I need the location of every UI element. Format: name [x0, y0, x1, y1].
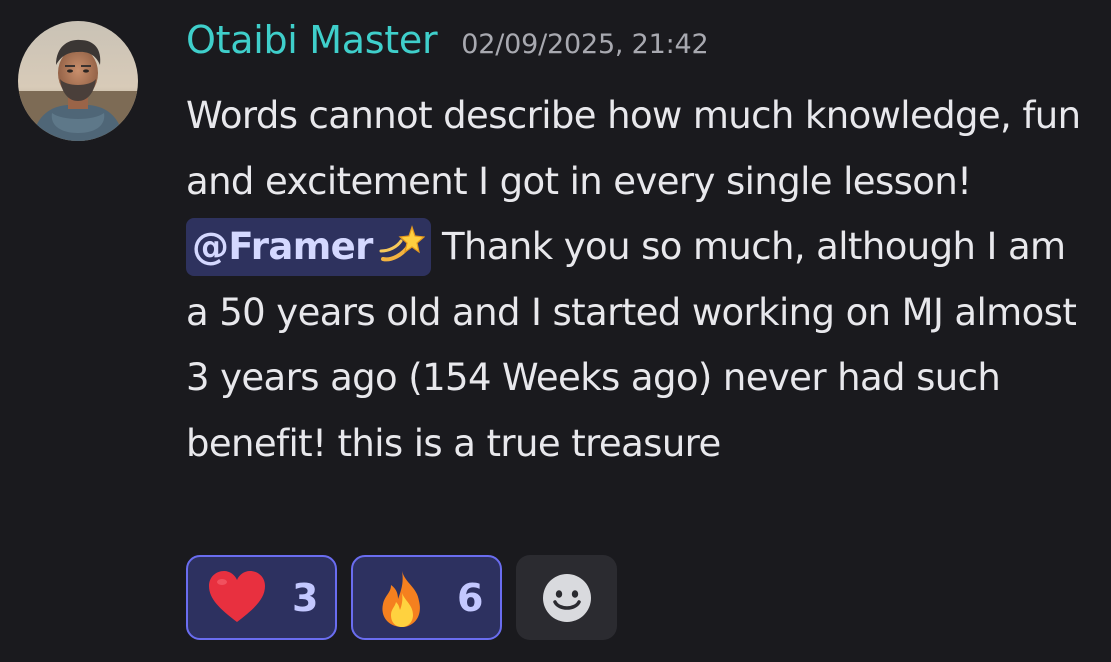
- message-content: Otaibi Master 02/09/2025, 21:42 Words ca…: [186, 18, 1086, 476]
- fire-icon: [382, 570, 420, 627]
- chat-message: Otaibi Master 02/09/2025, 21:42 Words ca…: [0, 0, 1111, 662]
- message-body: Words cannot describe how much knowledge…: [186, 83, 1086, 476]
- smiley-face-icon: [542, 573, 591, 622]
- dizzy-star-icon: [379, 225, 425, 262]
- reaction-count: 3: [292, 575, 319, 620]
- reactions-bar: 3 6: [186, 555, 617, 640]
- message-text-part1: Words cannot describe how much knowledge…: [186, 94, 1081, 203]
- avatar-image: [18, 21, 138, 141]
- reaction-fire[interactable]: 6: [351, 555, 502, 640]
- username[interactable]: Otaibi Master: [186, 18, 438, 62]
- add-reaction-button[interactable]: [516, 555, 617, 640]
- red-heart-icon: [209, 570, 265, 622]
- message-header: Otaibi Master 02/09/2025, 21:42: [186, 18, 1086, 78]
- mention-label: @Framer: [192, 225, 373, 268]
- reaction-heart[interactable]: 3: [186, 555, 337, 640]
- avatar[interactable]: [18, 21, 138, 141]
- user-mention[interactable]: @Framer: [186, 218, 431, 276]
- timestamp[interactable]: 02/09/2025, 21:42: [461, 29, 708, 60]
- reaction-count: 6: [457, 575, 484, 620]
